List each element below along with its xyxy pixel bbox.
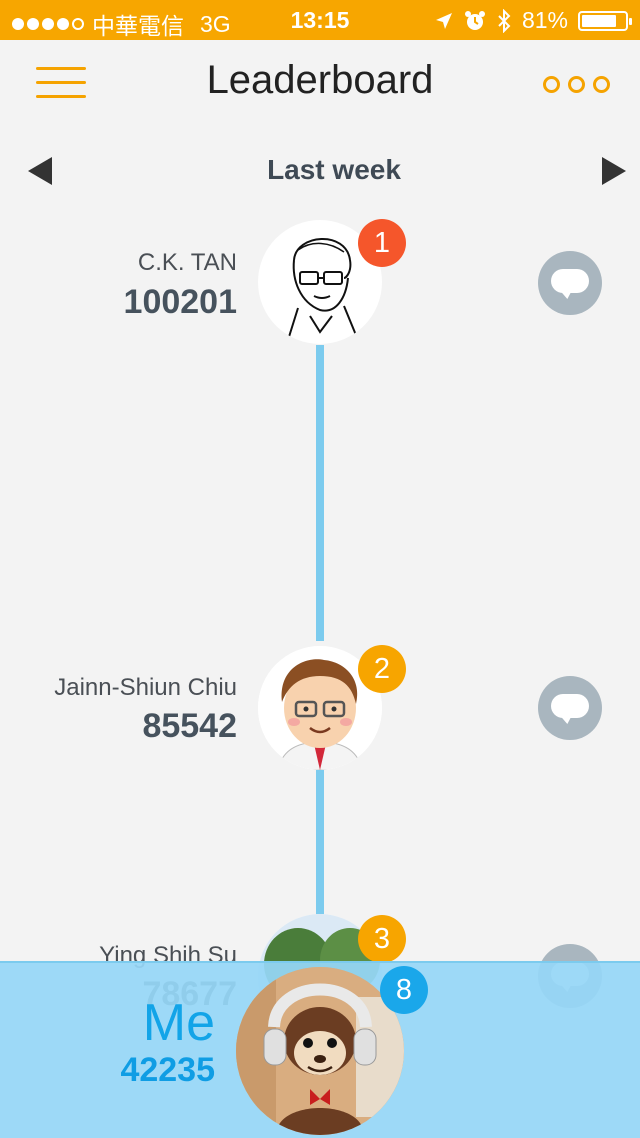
nav-bar: Leaderboard xyxy=(0,40,640,128)
leader-name: Jainn-Shiun Chiu xyxy=(54,674,237,701)
battery-percent: 81% xyxy=(521,7,568,33)
chat-button[interactable] xyxy=(538,676,602,740)
period-label: Last week xyxy=(267,154,401,185)
alarm-icon xyxy=(464,10,485,30)
status-bar: 中華電信 3G 13:15 81% xyxy=(0,0,640,40)
rank-badge: 1 xyxy=(358,219,406,267)
location-icon xyxy=(435,12,452,29)
battery-icon xyxy=(578,10,632,31)
me-score: 42235 xyxy=(120,1051,215,1089)
rank-badge: 3 xyxy=(358,915,406,963)
timeline-connector xyxy=(316,770,324,920)
avatar[interactable] xyxy=(236,967,404,1135)
status-bar-right: 81% xyxy=(434,7,632,34)
my-rank-panel[interactable]: Me 42235 8 xyxy=(0,961,640,1138)
bluetooth-icon xyxy=(498,8,511,33)
triangle-right-icon[interactable] xyxy=(602,157,626,185)
me-label: Me xyxy=(142,994,215,1052)
leader-score: 85542 xyxy=(142,707,237,745)
chat-button[interactable] xyxy=(538,251,602,315)
rank-badge: 8 xyxy=(380,966,428,1014)
leader-name: C.K. TAN xyxy=(137,249,237,276)
more-icon[interactable] xyxy=(543,76,610,93)
rank-badge: 2 xyxy=(358,645,406,693)
leader-score: 100201 xyxy=(123,283,237,321)
timeline-connector xyxy=(316,345,324,641)
